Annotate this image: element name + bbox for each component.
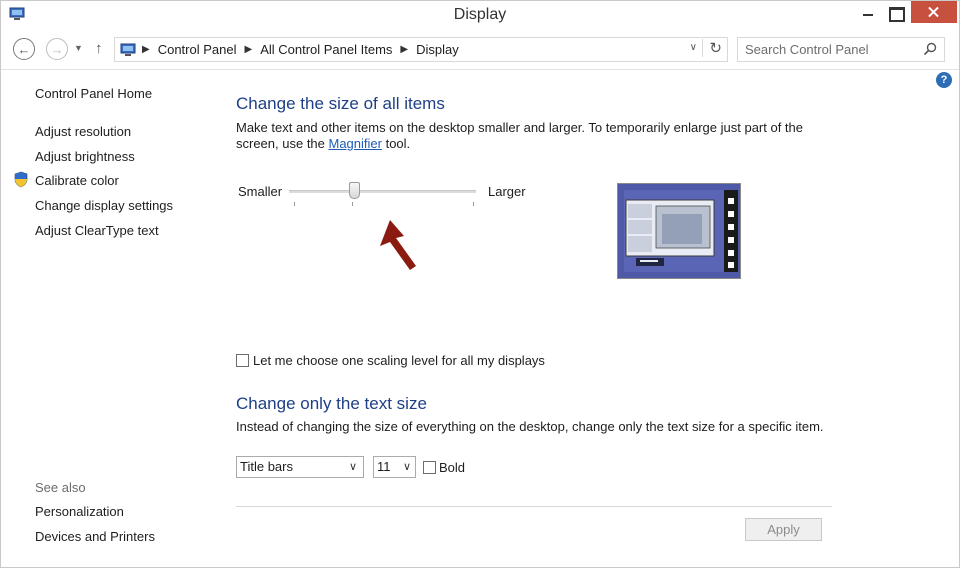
slider-tick bbox=[473, 202, 474, 206]
control-panel-icon bbox=[120, 43, 136, 56]
sidebar-item-adjust-resolution[interactable]: Adjust resolution bbox=[35, 124, 131, 139]
sidebar: Control Panel Home Adjust resolution Adj… bbox=[1, 70, 221, 568]
display-window: Display ← → ▼ ↑ ▶ Control Panel ▶ All Co… bbox=[0, 0, 960, 568]
scaling-level-checkbox-label[interactable]: Let me choose one scaling level for all … bbox=[253, 353, 545, 368]
sidebar-item-change-display-settings[interactable]: Change display settings bbox=[35, 198, 173, 213]
sidebar-item-adjust-brightness[interactable]: Adjust brightness bbox=[35, 149, 135, 164]
recent-locations-dropdown[interactable]: ▼ bbox=[74, 43, 83, 53]
close-button[interactable] bbox=[911, 1, 957, 23]
shield-icon bbox=[14, 171, 28, 188]
scaling-description-text: Make text and other items on the desktop… bbox=[236, 120, 804, 151]
scaling-description: Make text and other items on the desktop… bbox=[236, 120, 836, 152]
search-input[interactable] bbox=[738, 42, 918, 57]
bold-checkbox-label[interactable]: Bold bbox=[439, 460, 465, 475]
chevron-down-icon: ∨ bbox=[348, 461, 357, 473]
text-item-select[interactable]: Title bars ∨ bbox=[236, 456, 364, 478]
breadcrumb-separator-icon[interactable]: ▶ bbox=[142, 44, 150, 55]
magnifier-link[interactable]: Magnifier bbox=[329, 136, 382, 151]
divider bbox=[236, 506, 832, 507]
up-level-button[interactable]: ↑ bbox=[95, 40, 103, 57]
chevron-down-icon[interactable]: ∨ bbox=[690, 42, 697, 53]
text-size-heading: Change only the text size bbox=[236, 394, 427, 413]
see-also-heading: See also bbox=[35, 480, 86, 495]
breadcrumb-separator-icon[interactable]: ▶ bbox=[244, 44, 252, 55]
slider-tick bbox=[294, 202, 295, 206]
refresh-icon[interactable]: ↻ bbox=[702, 39, 722, 57]
search-box[interactable] bbox=[737, 37, 945, 62]
apply-button[interactable]: Apply bbox=[745, 518, 822, 541]
back-button[interactable]: ← bbox=[13, 38, 35, 60]
sidebar-item-calibrate-color[interactable]: Calibrate color bbox=[35, 173, 119, 188]
breadcrumb-control-panel[interactable]: Control Panel bbox=[158, 42, 237, 57]
help-icon[interactable]: ? bbox=[936, 72, 952, 88]
title-bar: Display bbox=[1, 1, 959, 31]
slider-min-label: Smaller bbox=[238, 184, 283, 199]
chevron-down-icon: ∨ bbox=[402, 461, 411, 473]
window-title: Display bbox=[453, 6, 507, 23]
forward-arrow-icon: → bbox=[50, 41, 64, 57]
scaling-heading: Change the size of all items bbox=[236, 94, 445, 113]
scaling-description-tail: tool. bbox=[381, 136, 411, 151]
breadcrumb-all-items[interactable]: All Control Panel Items bbox=[260, 42, 392, 57]
text-size-select[interactable]: 11 ∨ bbox=[373, 456, 416, 478]
sidebar-item-control-panel-home[interactable]: Control Panel Home bbox=[35, 86, 152, 101]
text-item-select-value: Title bars bbox=[240, 459, 293, 474]
bold-checkbox[interactable] bbox=[423, 461, 436, 474]
breadcrumb-separator-icon[interactable]: ▶ bbox=[400, 44, 408, 55]
sidebar-item-personalization[interactable]: Personalization bbox=[35, 504, 124, 519]
address-bar[interactable]: ▶ Control Panel ▶ All Control Panel Item… bbox=[114, 37, 728, 62]
text-size-select-value: 11 bbox=[377, 459, 391, 474]
scaling-level-checkbox[interactable] bbox=[236, 354, 249, 367]
forward-button[interactable]: → bbox=[46, 38, 68, 60]
sidebar-item-adjust-cleartype[interactable]: Adjust ClearType text bbox=[35, 223, 159, 238]
slider-thumb[interactable] bbox=[348, 182, 360, 199]
maximize-button[interactable] bbox=[881, 1, 911, 25]
breadcrumb-display[interactable]: Display bbox=[416, 42, 459, 57]
display-preview bbox=[617, 183, 741, 279]
slider-track[interactable] bbox=[289, 190, 476, 193]
back-arrow-icon: ← bbox=[17, 41, 31, 57]
annotation-arrow-icon bbox=[380, 220, 416, 270]
sidebar-item-devices-printers[interactable]: Devices and Printers bbox=[35, 529, 155, 544]
text-size-description: Instead of changing the size of everythi… bbox=[236, 419, 824, 434]
search-icon[interactable] bbox=[923, 42, 937, 56]
minimize-button[interactable] bbox=[853, 1, 883, 25]
display-preview-image bbox=[624, 190, 738, 272]
navigation-bar: ← → ▼ ↑ ▶ Control Panel ▶ All Control Pa… bbox=[1, 35, 959, 65]
slider-max-label: Larger bbox=[488, 184, 526, 199]
slider-tick bbox=[352, 202, 353, 206]
